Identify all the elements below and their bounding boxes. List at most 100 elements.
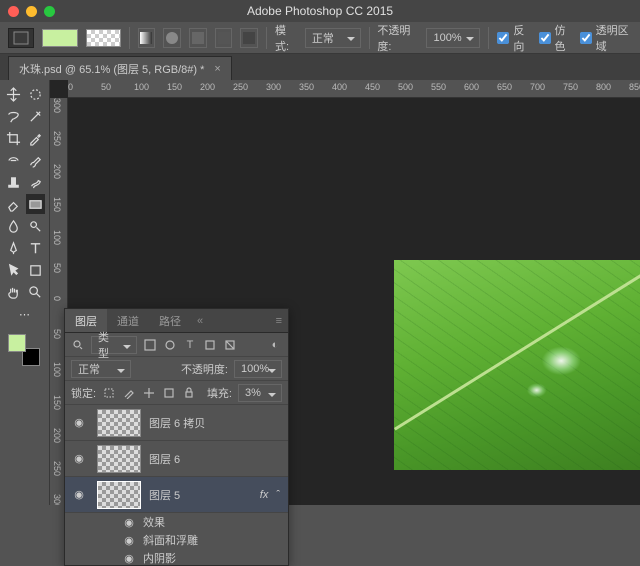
blend-mode-dropdown[interactable]: 正常: [305, 28, 361, 48]
visibility-icon[interactable]: ◉: [69, 452, 89, 465]
canvas[interactable]: [394, 260, 640, 470]
fx-item[interactable]: ◉内阴影: [121, 549, 288, 565]
blur-tool-icon[interactable]: [4, 216, 24, 236]
options-bar: 模式: 正常 不透明度: 100% 反向 仿色 透明区域: [0, 22, 640, 54]
foreground-color-swatch[interactable]: [8, 334, 26, 352]
linear-gradient-icon[interactable]: [138, 28, 156, 48]
heal-tool-icon[interactable]: [4, 150, 24, 170]
layer-opacity-dropdown[interactable]: 100%: [234, 360, 282, 378]
lasso-tool-icon[interactable]: [4, 106, 24, 126]
title-bar: Adobe Photoshop CC 2015: [0, 0, 640, 22]
reverse-checkbox[interactable]: 反向: [497, 22, 530, 54]
visibility-icon[interactable]: ◉: [69, 488, 89, 501]
blend-opacity-row: 正常 不透明度: 100%: [65, 357, 288, 381]
angle-gradient-icon[interactable]: [189, 28, 207, 48]
shape-tool-icon[interactable]: [26, 260, 46, 280]
search-icon[interactable]: [71, 338, 85, 352]
radial-gradient-icon[interactable]: [163, 28, 181, 48]
layer-opacity-label: 不透明度:: [181, 361, 228, 377]
layers-panel: 图层 通道 路径 « ≡ 类型 T ◐ 正常 不透明度: 100% 锁定:: [64, 308, 289, 566]
layer-name[interactable]: 图层 5: [149, 487, 260, 503]
filter-adjust-icon[interactable]: [163, 338, 177, 352]
fx-badge[interactable]: fx: [260, 489, 273, 501]
eyedropper-tool-icon[interactable]: [26, 128, 46, 148]
path-select-tool-icon[interactable]: [4, 260, 24, 280]
lock-label: 锁定:: [71, 385, 96, 401]
document-tab-bar: 水珠.psd @ 65.1% (图层 5, RGB/8#) * ×: [0, 54, 640, 80]
separator: [369, 27, 370, 49]
filter-type-icon[interactable]: T: [183, 338, 197, 352]
layer-blend-dropdown[interactable]: 正常: [71, 360, 131, 378]
canvas-image: [394, 260, 640, 470]
layer-filter-row: 类型 T ◐: [65, 333, 288, 357]
mode-label: 模式:: [275, 22, 297, 54]
maximize-window-icon[interactable]: [44, 6, 55, 17]
diamond-gradient-icon[interactable]: [240, 28, 258, 48]
layer-row[interactable]: ◉ 图层 6 拷贝: [65, 405, 288, 441]
fill-label: 填充:: [207, 385, 232, 401]
close-window-icon[interactable]: [8, 6, 19, 17]
history-brush-tool-icon[interactable]: [26, 172, 46, 192]
layer-list: ◉ 图层 6 拷贝 ◉ 图层 6 ◉ 图层 5 fx ˆ ◉效果 ◉斜面和浮雕 …: [65, 405, 288, 565]
layer-name[interactable]: 图层 6 拷贝: [149, 415, 284, 431]
layer-row[interactable]: ◉ 图层 6: [65, 441, 288, 477]
opacity-dropdown[interactable]: 100%: [426, 28, 480, 48]
hand-tool-icon[interactable]: [4, 282, 24, 302]
separator: [488, 27, 489, 49]
fx-item[interactable]: ◉斜面和浮雕: [121, 531, 288, 549]
crop-tool-icon[interactable]: [4, 128, 24, 148]
pen-tool-icon[interactable]: [4, 238, 24, 258]
color-swatches[interactable]: [4, 332, 44, 368]
lock-pixels-icon[interactable]: [122, 386, 136, 400]
lock-all-icon[interactable]: [182, 386, 196, 400]
fx-header[interactable]: ◉效果: [121, 513, 288, 531]
filter-toggle-icon[interactable]: ◐: [268, 338, 282, 352]
app-title: Adobe Photoshop CC 2015: [247, 4, 393, 18]
dodge-tool-icon[interactable]: [26, 216, 46, 236]
layer-thumbnail[interactable]: [97, 409, 141, 437]
panel-collapse-icon[interactable]: «: [191, 315, 209, 327]
layer-thumbnail[interactable]: [97, 445, 141, 473]
type-tool-icon[interactable]: [26, 238, 46, 258]
lock-transparency-icon[interactable]: [102, 386, 116, 400]
horizontal-ruler: 0501001502002503003504004505005506006507…: [68, 80, 640, 98]
opacity-label: 不透明度:: [377, 22, 418, 54]
move-tool-icon[interactable]: [4, 84, 24, 104]
filter-shape-icon[interactable]: [203, 338, 217, 352]
gradient-tool-icon[interactable]: [26, 194, 46, 214]
document-tab-label: 水珠.psd @ 65.1% (图层 5, RGB/8#) *: [19, 61, 204, 77]
document-tab[interactable]: 水珠.psd @ 65.1% (图层 5, RGB/8#) * ×: [8, 56, 232, 80]
gradient-transparency-preview[interactable]: [86, 29, 121, 47]
window-controls: [8, 6, 55, 17]
close-tab-icon[interactable]: ×: [214, 63, 220, 75]
eraser-tool-icon[interactable]: [4, 194, 24, 214]
filter-type-dropdown[interactable]: 类型: [91, 336, 137, 354]
gradient-preview[interactable]: [42, 29, 77, 47]
zoom-tool-icon[interactable]: [26, 282, 46, 302]
brush-tool-icon[interactable]: [26, 150, 46, 170]
marquee-tool-icon[interactable]: [26, 84, 46, 104]
fx-expand-icon[interactable]: ˆ: [272, 489, 284, 501]
visibility-icon[interactable]: ◉: [69, 416, 89, 429]
lock-position-icon[interactable]: [142, 386, 156, 400]
minimize-window-icon[interactable]: [26, 6, 37, 17]
stamp-tool-icon[interactable]: [4, 172, 24, 192]
fill-dropdown[interactable]: 3%: [238, 384, 282, 402]
tab-paths[interactable]: 路径: [149, 309, 191, 332]
layer-row[interactable]: ◉ 图层 5 fx ˆ: [65, 477, 288, 513]
transparency-checkbox[interactable]: 透明区域: [580, 22, 632, 54]
gradient-tool-preset[interactable]: [8, 28, 34, 48]
filter-pixel-icon[interactable]: [143, 338, 157, 352]
filter-smart-icon[interactable]: [223, 338, 237, 352]
panel-menu-icon[interactable]: ≡: [270, 315, 288, 327]
wand-tool-icon[interactable]: [26, 106, 46, 126]
workspace: ⋯ 05010015020025030035040045050055060065…: [0, 80, 640, 505]
lock-fill-row: 锁定: 填充: 3%: [65, 381, 288, 405]
layer-thumbnail[interactable]: [97, 481, 141, 509]
dither-checkbox[interactable]: 仿色: [539, 22, 572, 54]
reflected-gradient-icon[interactable]: [215, 28, 233, 48]
edit-toolbar-icon[interactable]: ⋯: [4, 304, 45, 324]
toolbox: ⋯: [0, 80, 50, 505]
lock-artboard-icon[interactable]: [162, 386, 176, 400]
layer-name[interactable]: 图层 6: [149, 451, 284, 467]
